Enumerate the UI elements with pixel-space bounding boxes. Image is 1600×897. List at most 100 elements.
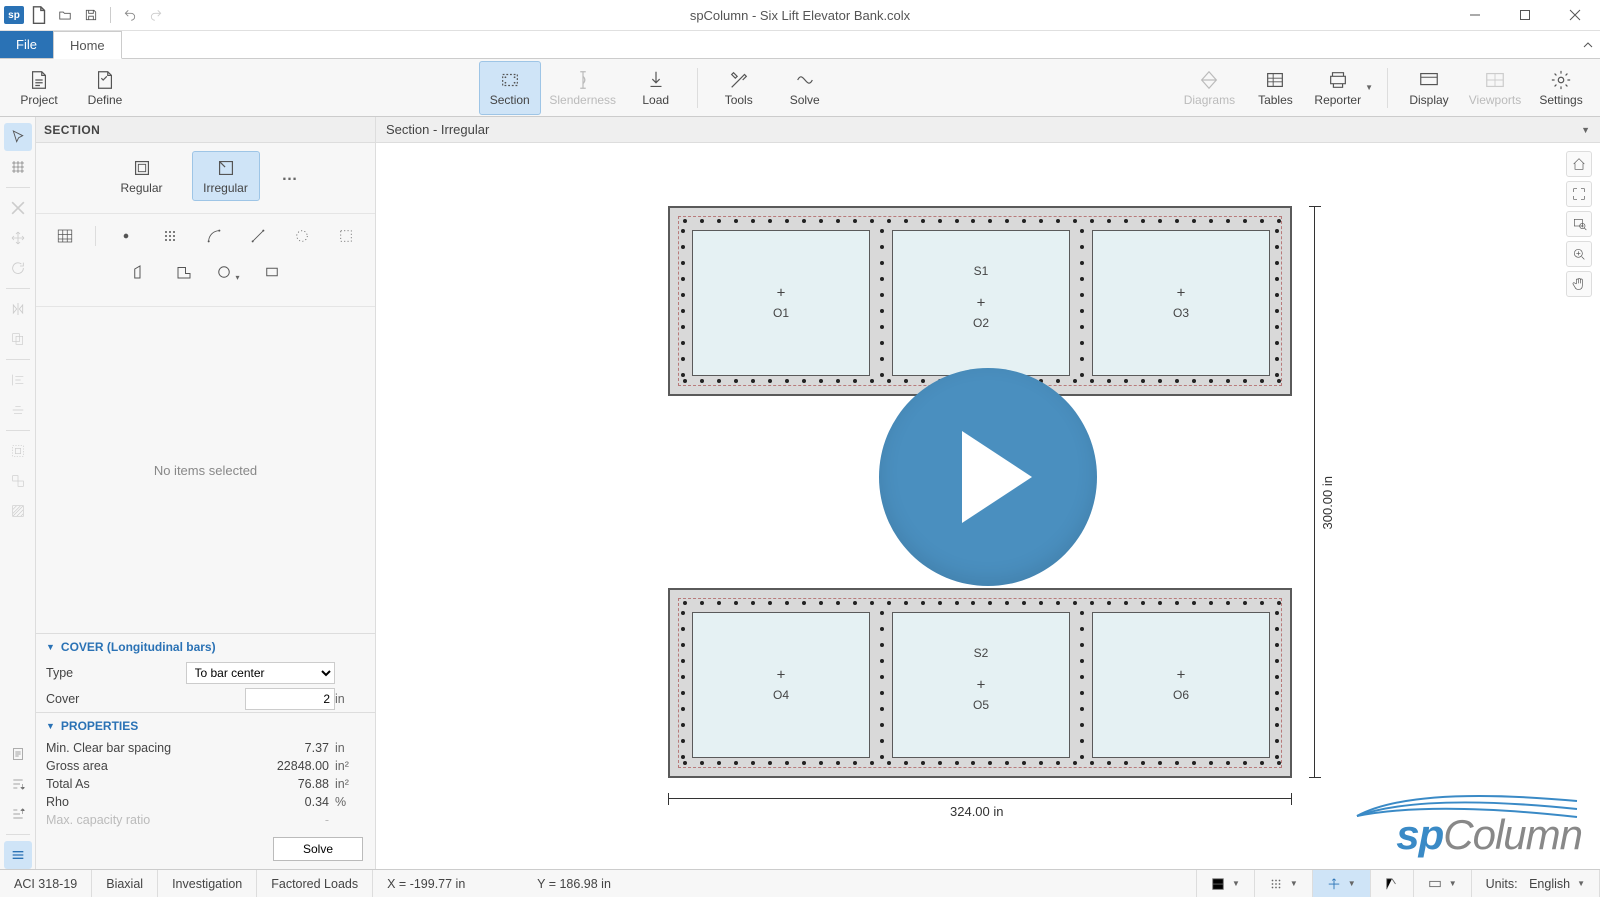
- opening-o1: + O1: [692, 230, 870, 376]
- display-label: Display: [1409, 93, 1448, 107]
- hatch-icon: [4, 497, 32, 525]
- status-snap-button[interactable]: [1371, 870, 1414, 897]
- opening-o2: S1 + O2: [892, 230, 1070, 376]
- canvas-menu-icon[interactable]: ▼: [1581, 125, 1590, 135]
- opening-o3: + O3: [1092, 230, 1270, 376]
- irregular-label: Irregular: [203, 181, 248, 195]
- group-icon: [4, 437, 32, 465]
- status-precision-button[interactable]: ▼: [1313, 870, 1371, 897]
- status-units-button[interactable]: Units: English ▼: [1472, 870, 1600, 897]
- arc-tool-icon[interactable]: [200, 224, 228, 248]
- title-bar: sp spColumn - Six Lift Elevator Bank.col…: [0, 0, 1600, 31]
- line-tool-icon[interactable]: [244, 224, 272, 248]
- property-row: Gross area22848.00in²: [36, 757, 375, 775]
- property-key: Total As: [46, 777, 245, 791]
- cover-input[interactable]: [245, 688, 335, 710]
- open-file-icon[interactable]: [54, 4, 76, 26]
- rect-points-tool-icon[interactable]: [332, 224, 360, 248]
- fit-view-icon[interactable]: [1566, 181, 1592, 207]
- plus-icon: +: [977, 677, 986, 694]
- solid-s2-label: S2: [974, 646, 989, 660]
- sort-asc-icon[interactable]: [4, 800, 32, 828]
- point-tool-icon[interactable]: [112, 224, 140, 248]
- opening-o6: + O6: [1092, 612, 1270, 758]
- dimension-width: [668, 798, 1292, 799]
- panel-toggle-icon[interactable]: [4, 841, 32, 869]
- ribbon: Project Define Section Slenderness Load …: [0, 59, 1600, 117]
- grid-tool-icon[interactable]: [156, 224, 184, 248]
- sort-desc-icon[interactable]: [4, 770, 32, 798]
- dimension-height-label: 300.00 in: [1318, 476, 1337, 530]
- plus-icon: +: [1177, 667, 1186, 684]
- display-button[interactable]: Display: [1398, 61, 1460, 115]
- tables-button[interactable]: Tables: [1244, 61, 1306, 115]
- define-button[interactable]: Define: [74, 61, 136, 115]
- rect-tool-icon[interactable]: [258, 260, 286, 284]
- select-tool-icon[interactable]: [4, 123, 32, 151]
- property-key: Min. Clear bar spacing: [46, 741, 245, 755]
- cover-type-select[interactable]: To bar center: [186, 662, 336, 684]
- undo-icon[interactable]: [119, 4, 141, 26]
- canvas-wrap: Section - Irregular ▼ + O1: [376, 117, 1600, 869]
- move-icon: [4, 224, 32, 252]
- solve-action-button[interactable]: Solve: [273, 837, 363, 861]
- properties-section-header[interactable]: ▼ PROPERTIES: [36, 713, 375, 739]
- zoom-in-icon[interactable]: [1566, 211, 1592, 237]
- status-grid2-button[interactable]: ▼: [1255, 870, 1313, 897]
- diagrams-button: Diagrams: [1178, 61, 1240, 115]
- home-view-icon[interactable]: [1566, 151, 1592, 177]
- property-row: Total As76.88in²: [36, 775, 375, 793]
- notes-icon[interactable]: [4, 740, 32, 768]
- property-key: Gross area: [46, 759, 245, 773]
- minimize-button[interactable]: [1450, 0, 1500, 31]
- play-icon: [962, 431, 1032, 523]
- project-button[interactable]: Project: [8, 61, 70, 115]
- reporter-button[interactable]: Reporter ▼: [1310, 61, 1377, 115]
- section-label: Section: [490, 93, 530, 107]
- brand-sp: sp: [1396, 811, 1443, 858]
- play-button[interactable]: [879, 368, 1097, 586]
- tab-home[interactable]: Home: [53, 31, 122, 59]
- close-button[interactable]: [1550, 0, 1600, 31]
- canvas[interactable]: + O1 S1 + O2 + O3 x: [376, 143, 1600, 869]
- canvas-title: Section - Irregular: [386, 122, 489, 137]
- opening-o4: + O4: [692, 612, 870, 758]
- redo-icon[interactable]: [145, 4, 167, 26]
- irregular-mode-button[interactable]: Irregular: [192, 151, 260, 201]
- pan-icon[interactable]: [1566, 271, 1592, 297]
- cover-section-header[interactable]: ▼ COVER (Longitudinal bars): [36, 634, 375, 660]
- section-button[interactable]: Section: [479, 61, 541, 115]
- app-icon[interactable]: sp: [4, 6, 24, 24]
- opening-o3-label: O3: [1173, 306, 1189, 320]
- maximize-button[interactable]: [1500, 0, 1550, 31]
- property-value: 76.88: [245, 777, 335, 791]
- circle-points-tool-icon[interactable]: [288, 224, 316, 248]
- circle-tool-icon[interactable]: ▾: [214, 260, 242, 284]
- tab-file[interactable]: File: [0, 31, 53, 58]
- chevron-down-icon[interactable]: ▼: [1365, 83, 1373, 92]
- poly-tool-icon[interactable]: [170, 260, 198, 284]
- grid-tool-icon[interactable]: [4, 153, 32, 181]
- align-left-icon: [4, 366, 32, 394]
- load-button[interactable]: Load: [625, 61, 687, 115]
- solve-button[interactable]: Solve: [774, 61, 836, 115]
- ribbon-collapse-icon[interactable]: [1576, 31, 1600, 58]
- more-modes-button[interactable]: …: [276, 167, 304, 185]
- properties-section: ▼ PROPERTIES Min. Clear bar spacing7.37i…: [36, 712, 375, 869]
- status-grid1-button[interactable]: ▼: [1197, 870, 1255, 897]
- solve-label: Solve: [790, 93, 820, 107]
- opening-o2-label: O2: [973, 316, 989, 330]
- regular-mode-button[interactable]: Regular: [108, 151, 176, 201]
- viewports-label: Viewports: [1469, 93, 1521, 107]
- plus-icon: +: [977, 295, 986, 312]
- settings-button[interactable]: Settings: [1530, 61, 1592, 115]
- plus-icon: +: [777, 285, 786, 302]
- shape-tool-icon[interactable]: [126, 260, 154, 284]
- status-layout-button[interactable]: ▼: [1414, 870, 1472, 897]
- new-file-icon[interactable]: [28, 4, 50, 26]
- save-icon[interactable]: [80, 4, 102, 26]
- tools-button[interactable]: Tools: [708, 61, 770, 115]
- zoom-center-icon[interactable]: [1566, 241, 1592, 267]
- status-coord-y: Y = 186.98 in: [523, 870, 625, 897]
- table-tool-icon[interactable]: [51, 224, 79, 248]
